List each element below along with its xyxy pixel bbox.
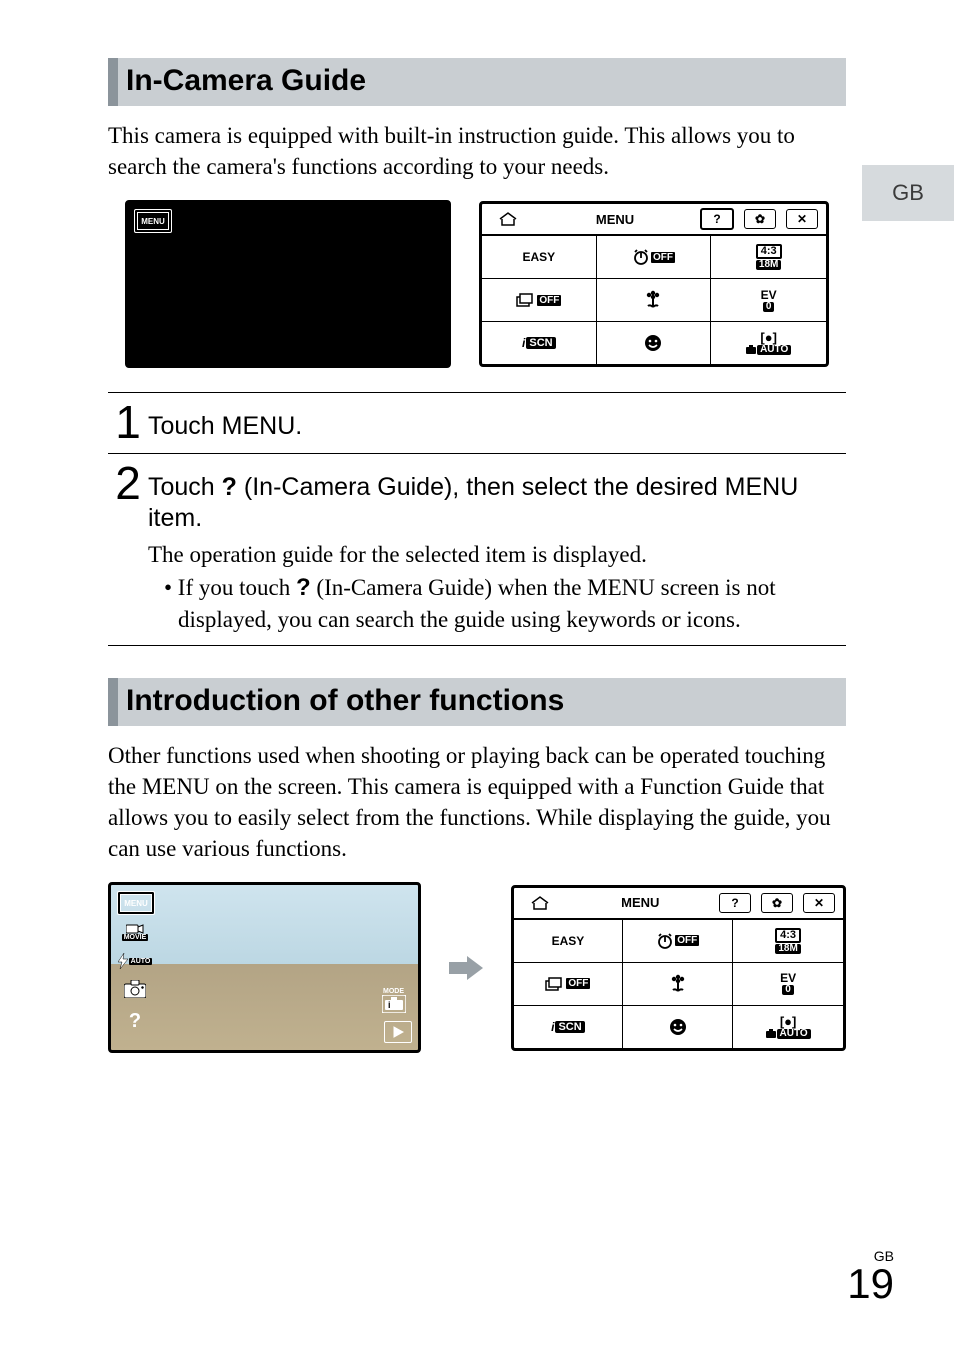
home-icon (482, 212, 534, 226)
close-icon: ✕ (786, 209, 818, 229)
step-2-text: Touch ? (In-Camera Guide), then select t… (148, 460, 846, 535)
gear-icon: ✿ (761, 893, 793, 913)
menu-panel-2: MENU ? ✿ ✕ EASY OFF 4:318M (511, 885, 847, 1051)
menu-cell-burst: OFF (482, 278, 597, 321)
smile-icon (644, 334, 662, 352)
divider (108, 645, 846, 646)
camera-mini-icon (746, 345, 756, 354)
section2-intro: Other functions used when shooting or pl… (108, 740, 846, 864)
menu-cell-macro (597, 278, 712, 321)
step-1-text: Touch MENU. (148, 399, 846, 442)
menu-topbar: MENU ? ✿ ✕ (482, 204, 826, 235)
language-tab-label: GB (892, 180, 924, 206)
camera-mini-icon (766, 1029, 776, 1038)
help-icon: ? (117, 1009, 153, 1033)
menu-cell-recmode: [●] AUTO (733, 1005, 843, 1048)
divider (108, 392, 846, 393)
step-2: 2 Touch ? (In-Camera Guide), then select… (108, 460, 846, 535)
menu-cell-ev: EV 0 (711, 278, 826, 321)
home-icon (514, 896, 566, 910)
menu-panel: MENU ? ✿ ✕ EASY OFF 4:3 (479, 201, 829, 367)
step-2-number: 2 (108, 460, 148, 506)
menu-cell-smile (623, 1005, 733, 1048)
menu-button-label: MENU (141, 217, 165, 226)
arrow-icon (449, 954, 483, 982)
scene-background (111, 885, 418, 1050)
menu-cell-iscn: i SCN (482, 321, 597, 364)
menu-cell-macro (623, 962, 733, 1005)
section-heading-guide: In-Camera Guide (108, 58, 846, 106)
section-heading-other-text: Introduction of other functions (126, 684, 564, 717)
menu-cell-ev: EV0 (733, 962, 843, 1005)
menu-cell-easy: EASY (514, 919, 624, 962)
figure-row-2: MENU MOVIE AUTO ? (108, 882, 846, 1053)
defocus-icon (117, 977, 153, 1001)
help-icon: ? (700, 208, 734, 230)
mode-icon: MODE i (376, 985, 412, 1015)
burst-icon (516, 292, 536, 308)
menu-button-icon: MENU (117, 891, 155, 915)
menu-cell-aspect: 4:318M (733, 919, 843, 962)
menu-cell-iscn: i SCN (514, 1005, 624, 1048)
section-heading-other: Introduction of other functions (108, 678, 846, 726)
menu-title: MENU (534, 212, 696, 227)
step-1-number: 1 (108, 399, 148, 445)
step-2-bullet: • If you touch ? (In-Camera Guide) when … (148, 572, 846, 635)
menu-cell-recmode: [●] AUTO (711, 321, 826, 364)
section1-intro: This camera is equipped with built-in in… (108, 120, 846, 182)
self-timer-icon (632, 248, 650, 266)
figure-row-1: MENU MENU ? ✿ ✕ EASY (108, 200, 846, 368)
self-timer-icon (656, 932, 674, 950)
menu-title: MENU (566, 895, 716, 910)
step-1: 1 Touch MENU. (108, 399, 846, 445)
help-icon: ? (719, 893, 751, 913)
playback-icon (384, 1021, 412, 1043)
flower-icon (668, 974, 688, 994)
menu-cell-easy: EASY (482, 235, 597, 278)
step-2-note: The operation guide for the selected ite… (148, 539, 846, 570)
menu-cell-aspect: 4:3 18M (711, 235, 826, 278)
page-number-value: 19 (847, 1263, 894, 1305)
menu-cell-smile (597, 321, 712, 364)
menu-cell-selftimer: OFF (623, 919, 733, 962)
smile-icon (669, 1018, 687, 1036)
section-heading-guide-text: In-Camera Guide (126, 64, 366, 97)
menu-topbar: MENU ? ✿ ✕ (514, 888, 844, 919)
language-tab: GB (862, 165, 954, 221)
flash-icon: AUTO (117, 951, 153, 971)
divider (108, 453, 846, 454)
page-number: GB 19 (847, 1249, 894, 1305)
movie-icon: MOVIE (117, 919, 153, 945)
gear-icon: ✿ (744, 209, 776, 229)
close-icon: ✕ (803, 893, 835, 913)
lcd-shooting: MENU MOVIE AUTO ? (108, 882, 421, 1053)
flower-icon (643, 290, 663, 310)
lcd-blank: MENU (125, 200, 451, 368)
question-mark-icon: ? (222, 473, 237, 501)
question-mark-icon: ? (296, 574, 311, 601)
menu-button-icon: MENU (134, 209, 172, 233)
menu-cell-burst: OFF (514, 962, 624, 1005)
svg-text:i: i (388, 1000, 391, 1010)
burst-icon (545, 976, 565, 992)
step-2-body: The operation guide for the selected ite… (108, 539, 846, 635)
menu-cell-selftimer: OFF (597, 235, 712, 278)
